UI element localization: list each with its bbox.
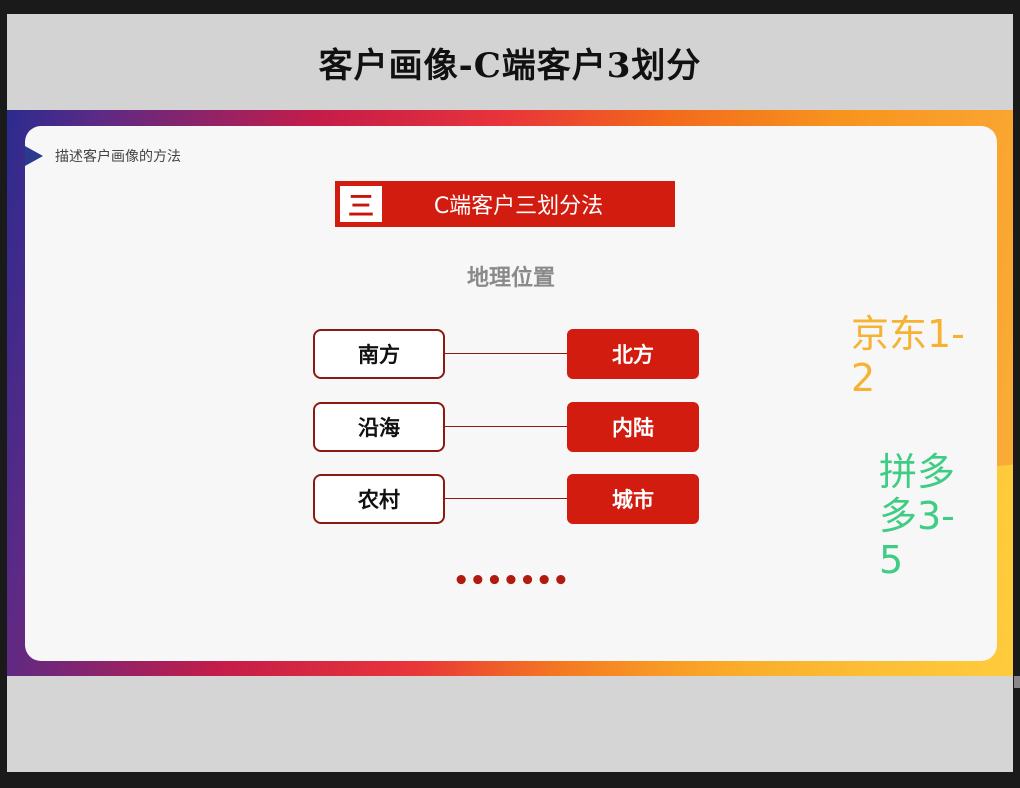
pair-row: 南方 北方 [313,329,699,381]
window-frame-right [1013,0,1020,788]
slide-title: 客户画像-C端客户3划分 [318,45,702,86]
slide-footer [7,676,1013,772]
method-label: C端客户三划分法 [433,194,604,219]
window-frame-top [0,0,1020,14]
annotation-pdd: 拼多多3-5 [879,450,956,582]
pair-right-box: 北方 [567,329,699,379]
annotation-jd: 京东1-2 [851,312,965,400]
pair-left-box: 南方 [313,329,445,379]
card-caption: 描述客户画像的方法 [55,149,181,165]
pair-row: 沿海 内陆 [313,402,699,454]
pair-connector-line [445,426,567,427]
content-card: 描述客户画像的方法 三 C端客户三划分法 地理位置 南方 北方 沿海 内陆 农村… [25,126,997,661]
resize-handle[interactable] [1014,676,1020,688]
method-banner: 三 C端客户三划分法 [335,181,675,227]
section-heading: 地理位置 [466,266,555,291]
window-frame-bottom [0,772,1020,788]
method-number: 三 [340,186,382,222]
caption-arrow-icon [25,146,43,166]
pair-right-box: 内陆 [567,402,699,452]
pair-row: 农村 城市 [313,474,699,526]
pair-connector-line [445,498,567,499]
pair-connector-line [445,353,567,354]
slide-header: 客户画像-C端客户3划分 [7,14,1013,110]
pair-right-box: 城市 [567,474,699,524]
window-frame-left [0,0,7,788]
pair-left-box: 农村 [313,474,445,524]
pair-left-box: 沿海 [313,402,445,452]
more-dots: ••••••• [452,566,570,596]
